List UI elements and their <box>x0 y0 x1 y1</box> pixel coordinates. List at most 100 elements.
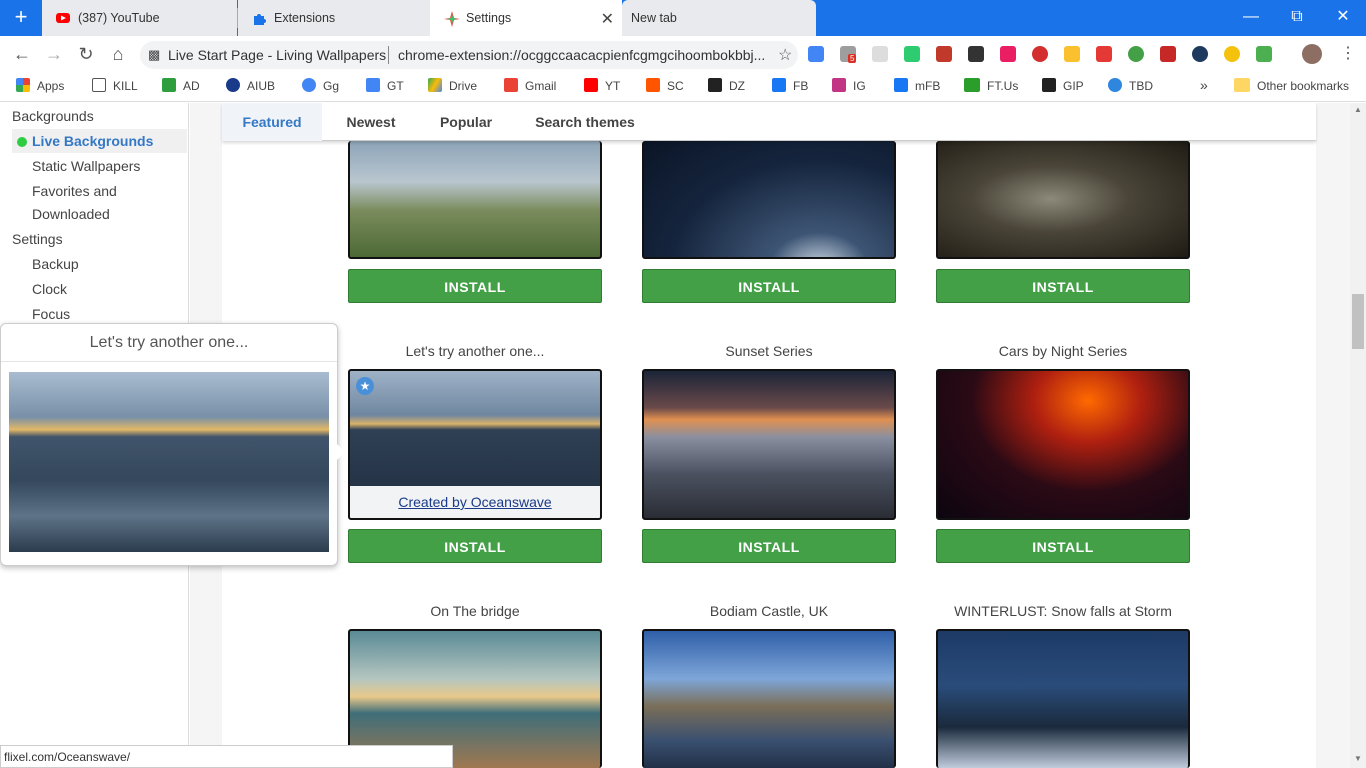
wallpaper-thumbnail[interactable] <box>936 141 1190 259</box>
reload-icon[interactable]: ↻ <box>74 42 98 66</box>
wallpaper-thumbnail[interactable] <box>348 141 602 259</box>
tab-youtube[interactable]: (387) YouTube <box>42 0 237 36</box>
wallpaper-thumbnail[interactable] <box>936 629 1190 768</box>
sidebar-item-focus[interactable]: Focus <box>32 306 70 322</box>
adblock-plus-icon[interactable] <box>1032 46 1048 62</box>
bookmark-mfb[interactable]: mFB <box>894 78 940 96</box>
install-button[interactable]: INSTALL <box>642 269 896 303</box>
back-arrow-icon[interactable]: ← <box>10 42 34 66</box>
bookmark-ad[interactable]: AD <box>162 78 200 96</box>
sidebar-item-live-backgrounds[interactable]: Live Backgrounds <box>12 129 187 153</box>
tab-title: (387) YouTube <box>78 11 160 25</box>
bookmark-kill[interactable]: KILL <box>92 78 138 96</box>
coin-extension-icon[interactable] <box>1224 46 1240 62</box>
sidebar-section-backgrounds[interactable]: Backgrounds <box>12 108 94 124</box>
sidebar-item-favorites[interactable]: Favorites and <box>32 183 117 199</box>
dots-extension-icon[interactable] <box>1064 46 1080 62</box>
bookmark-gip[interactable]: GIP <box>1042 78 1084 96</box>
bookmark-label: Other bookmarks <box>1257 79 1350 93</box>
instagram-icon <box>832 78 846 92</box>
wallpaper-thumbnail[interactable] <box>936 369 1190 520</box>
sidebar-item-backup[interactable]: Backup <box>32 256 79 272</box>
pdf-extension-icon[interactable] <box>1160 46 1176 62</box>
layers-extension-icon[interactable] <box>1256 46 1272 62</box>
sidebar-item-static-wallpapers[interactable]: Static Wallpapers <box>32 158 140 174</box>
close-window-button[interactable]: ✕ <box>1328 6 1358 30</box>
wallpaper-thumbnail[interactable] <box>642 629 896 768</box>
menu-dots-icon[interactable]: ⋮ <box>1336 42 1360 66</box>
bookmark-gmail[interactable]: Gmail <box>504 78 556 96</box>
forward-arrow-icon[interactable]: → <box>42 42 66 66</box>
other-bookmarks-folder[interactable]: Other bookmarks <box>1234 78 1349 96</box>
tab-extensions[interactable]: Extensions <box>238 0 430 36</box>
wallpaper-thumbnail-hovered[interactable]: ★ Created by Oceanswave <box>348 369 602 520</box>
scrollbar[interactable] <box>1350 103 1366 768</box>
bookmark-gg[interactable]: Gg <box>302 78 339 96</box>
new-tab-plus-button[interactable]: + <box>7 5 35 31</box>
clock-extension-icon[interactable] <box>1192 46 1208 62</box>
bookmarks-overflow-chevron-icon[interactable]: » <box>1200 77 1208 95</box>
wallpaper-caption: Cars by Night Series <box>998 343 1128 359</box>
bookmark-fb[interactable]: FB <box>772 78 808 96</box>
sidebar-item-downloaded[interactable]: Downloaded <box>32 206 110 222</box>
bookmark-ig[interactable]: IG <box>832 78 866 96</box>
bookmark-dz[interactable]: DZ <box>708 78 745 96</box>
page-icon <box>92 78 106 92</box>
bookmark-sc[interactable]: SC <box>646 78 684 96</box>
restore-button[interactable]: ⧉ <box>1282 6 1312 30</box>
wallpaper-thumbnail[interactable] <box>642 369 896 520</box>
sidebar-item-label: Live Backgrounds <box>32 133 154 149</box>
scrollbar-thumb[interactable] <box>1352 294 1364 349</box>
refresh-extension-icon[interactable] <box>872 46 888 62</box>
tab-featured[interactable]: Featured <box>222 103 322 141</box>
install-button[interactable]: INSTALL <box>642 529 896 563</box>
arrow-icon <box>162 78 176 92</box>
scroll-down-arrow-icon[interactable]: ▼ <box>1350 752 1366 766</box>
hat-extension-icon[interactable] <box>936 46 952 62</box>
sidebar-item-clock[interactable]: Clock <box>32 281 67 297</box>
bookmark-drive[interactable]: Drive <box>428 78 477 96</box>
facebook-icon <box>894 78 908 92</box>
settings-app-icon <box>444 11 460 27</box>
tab-settings[interactable]: Settings ✕ <box>430 0 622 36</box>
star-extension-icon[interactable] <box>904 46 920 62</box>
install-button[interactable]: INSTALL <box>348 529 602 563</box>
gmail-icon <box>504 78 518 92</box>
sidebar-section-settings[interactable]: Settings <box>12 231 63 247</box>
translate-extension-icon[interactable] <box>808 46 824 62</box>
bookmark-gt[interactable]: GT <box>366 78 404 96</box>
close-icon[interactable]: ✕ <box>601 9 614 29</box>
minimize-button[interactable]: — <box>1236 6 1266 30</box>
status-bar-url: flixel.com/Oceanswave/ <box>0 745 453 768</box>
globe-extension-icon[interactable] <box>1128 46 1144 62</box>
avatar[interactable] <box>1302 44 1322 64</box>
omnibox[interactable]: ▩ Live Start Page - Living Wallpapers ch… <box>140 41 798 69</box>
extension-badge-icon[interactable]: 5 <box>840 46 857 63</box>
home-icon[interactable]: ⌂ <box>106 42 130 66</box>
favorite-star-icon[interactable]: ★ <box>356 377 374 395</box>
install-button[interactable]: INSTALL <box>348 269 602 303</box>
bookmark-tbd[interactable]: TBD <box>1108 78 1153 96</box>
bookmark-ftus[interactable]: FT.Us <box>964 78 1018 96</box>
install-button[interactable]: INSTALL <box>936 529 1190 563</box>
bookmark-label: GIP <box>1063 79 1084 93</box>
wallpaper-thumbnail[interactable] <box>642 141 896 259</box>
install-button[interactable]: INSTALL <box>936 269 1190 303</box>
bookmark-star-icon[interactable]: ☆ <box>778 45 792 65</box>
tab-search-themes[interactable]: Search themes <box>524 103 646 141</box>
w-extension-icon[interactable] <box>1000 46 1016 62</box>
extension-puzzle-icon: ▩ <box>148 47 161 62</box>
bookmark-apps[interactable]: Apps <box>16 78 64 96</box>
download-extension-icon[interactable] <box>968 46 984 62</box>
color-extension-icon[interactable] <box>1096 46 1112 62</box>
active-dot-icon <box>17 137 27 147</box>
tab-new-tab[interactable]: New tab <box>622 0 816 36</box>
creator-link[interactable]: Created by Oceanswave <box>350 486 600 518</box>
bookmark-aiub[interactable]: AIUB <box>226 78 275 96</box>
wallpaper-caption: Bodiam Castle, UK <box>709 603 829 619</box>
tab-newest[interactable]: Newest <box>332 103 410 141</box>
scroll-up-arrow-icon[interactable]: ▲ <box>1350 103 1366 117</box>
bookmark-yt[interactable]: YT <box>584 78 620 96</box>
preview-image <box>9 372 329 552</box>
tab-popular[interactable]: Popular <box>422 103 510 141</box>
